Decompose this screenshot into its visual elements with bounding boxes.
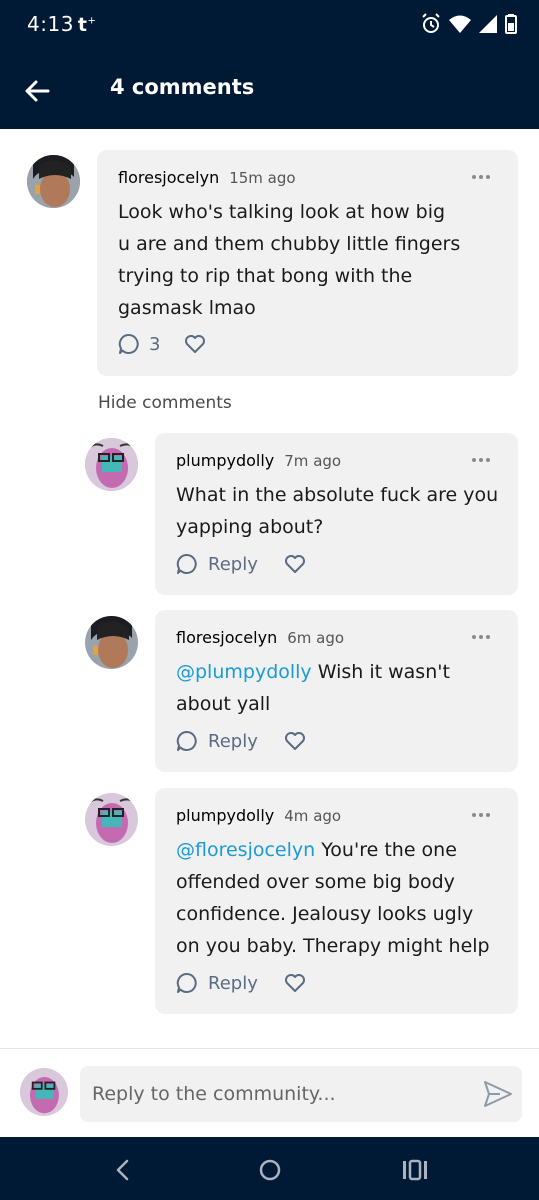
recents-nav-icon[interactable] bbox=[400, 1155, 430, 1185]
reply-count: 3 bbox=[149, 333, 161, 355]
carrier-t-icon: t bbox=[77, 14, 88, 36]
signal-icon bbox=[479, 15, 497, 33]
comment-text: @plumpydolly Wish it wasn't about yall bbox=[176, 656, 450, 720]
status-time: 4:13 t+ bbox=[27, 12, 97, 36]
comment-bubble-icon bbox=[176, 972, 197, 993]
battery-icon bbox=[505, 14, 517, 34]
alarm-icon bbox=[422, 13, 440, 33]
comment-actions: Reply bbox=[176, 730, 306, 752]
heart-icon[interactable] bbox=[184, 334, 206, 354]
comment-line: offended over some big body bbox=[176, 871, 455, 893]
more-options-icon[interactable] bbox=[472, 813, 494, 821]
reply-button[interactable]: Reply bbox=[176, 972, 258, 994]
avatar-floresjocelyn bbox=[85, 616, 138, 669]
timestamp: 4m ago bbox=[284, 807, 342, 825]
send-icon[interactable] bbox=[482, 1078, 514, 1110]
home-nav-icon[interactable] bbox=[255, 1155, 285, 1185]
avatar-plumpydolly bbox=[85, 793, 138, 846]
comment-text: @floresjocelyn You're the one offended o… bbox=[176, 834, 490, 962]
divider bbox=[0, 1048, 539, 1049]
comment-bubble: floresjocelyn 6m ago @plumpydolly Wish it… bbox=[155, 610, 518, 772]
comment-text: What in the absolute fuck are you yappin… bbox=[176, 479, 498, 543]
heart-icon[interactable] bbox=[284, 731, 306, 751]
comment-bubble: plumpydolly 7m ago What in the absolute f… bbox=[155, 433, 518, 595]
back-nav-icon[interactable] bbox=[108, 1155, 138, 1185]
reply-input[interactable] bbox=[80, 1066, 522, 1122]
avatar[interactable] bbox=[27, 155, 80, 208]
comment-line: confidence. Jealousy looks ugly bbox=[176, 903, 474, 925]
comment-bubble: floresjocelyn 15m ago Look who's talking … bbox=[97, 150, 518, 376]
avatar[interactable] bbox=[85, 616, 138, 669]
avatar-self bbox=[20, 1068, 68, 1116]
avatar-floresjocelyn bbox=[27, 155, 80, 208]
comment-actions: 3 bbox=[118, 333, 206, 355]
heart-icon[interactable] bbox=[284, 973, 306, 993]
comment-line: u are and them chubby little fingers bbox=[118, 233, 461, 255]
comment-meta: floresjocelyn 15m ago bbox=[118, 168, 296, 187]
comment-line: Look who's talking look at how big bbox=[118, 201, 446, 223]
avatar bbox=[20, 1068, 68, 1116]
hide-comments-button[interactable]: Hide comments bbox=[98, 393, 232, 413]
comment-meta: plumpydolly 7m ago bbox=[176, 451, 341, 470]
comment-actions: Reply bbox=[176, 972, 306, 994]
more-options-icon[interactable] bbox=[472, 458, 494, 466]
comment-line: about yall bbox=[176, 693, 271, 715]
comment-line: on you baby. Therapy might help bbox=[176, 935, 490, 957]
mention-link[interactable]: @floresjocelyn bbox=[176, 839, 315, 861]
timestamp: 15m ago bbox=[229, 169, 296, 187]
avatar[interactable] bbox=[85, 793, 138, 846]
comment-line: What in the absolute fuck are you bbox=[176, 484, 499, 506]
replies-button[interactable]: 3 bbox=[118, 333, 160, 355]
avatar-plumpydolly bbox=[85, 438, 138, 491]
comment-meta: plumpydolly 4m ago bbox=[176, 806, 341, 825]
reply-label: Reply bbox=[208, 972, 258, 994]
comment-bubble-icon bbox=[176, 730, 197, 751]
comment-line: trying to rip that bong with the bbox=[118, 265, 413, 287]
comment-line: Wish it wasn't bbox=[311, 661, 450, 683]
more-options-icon[interactable] bbox=[472, 635, 494, 643]
timestamp: 6m ago bbox=[287, 629, 345, 647]
heart-icon[interactable] bbox=[284, 554, 306, 574]
comment-actions: Reply bbox=[176, 553, 306, 575]
more-options-icon[interactable] bbox=[472, 175, 494, 183]
system-nav-bar bbox=[0, 1137, 539, 1200]
username[interactable]: floresjocelyn bbox=[176, 628, 277, 647]
reply-button[interactable]: Reply bbox=[176, 730, 258, 752]
username[interactable]: plumpydolly bbox=[176, 451, 274, 470]
wifi-icon bbox=[449, 15, 471, 33]
comment-meta: floresjocelyn 6m ago bbox=[176, 628, 344, 647]
username[interactable]: plumpydolly bbox=[176, 806, 274, 825]
comment-line: gasmask lmao bbox=[118, 297, 256, 319]
comment-bubble-icon bbox=[176, 553, 197, 574]
comment-line: You're the one bbox=[315, 839, 457, 861]
comment-bubble: plumpydolly 4m ago @floresjocelyn You're … bbox=[155, 788, 518, 1014]
app-bar: 4 comments bbox=[0, 52, 539, 129]
reply-button[interactable]: Reply bbox=[176, 553, 258, 575]
username[interactable]: floresjocelyn bbox=[118, 168, 219, 187]
avatar[interactable] bbox=[85, 438, 138, 491]
reply-label: Reply bbox=[208, 553, 258, 575]
arrow-left-icon[interactable] bbox=[20, 74, 54, 108]
comment-text: Look who's talking look at how big u are… bbox=[118, 196, 460, 324]
status-bar: 4:13 t+ bbox=[0, 0, 539, 52]
reply-label: Reply bbox=[208, 730, 258, 752]
timestamp: 7m ago bbox=[284, 452, 342, 470]
comment-line: yapping about? bbox=[176, 516, 324, 538]
page-title: 4 comments bbox=[110, 75, 255, 99]
status-time-text: 4:13 bbox=[27, 12, 74, 36]
status-icons bbox=[421, 13, 517, 35]
comment-bubble-icon bbox=[118, 333, 139, 354]
mention-link[interactable]: @plumpydolly bbox=[176, 661, 312, 683]
